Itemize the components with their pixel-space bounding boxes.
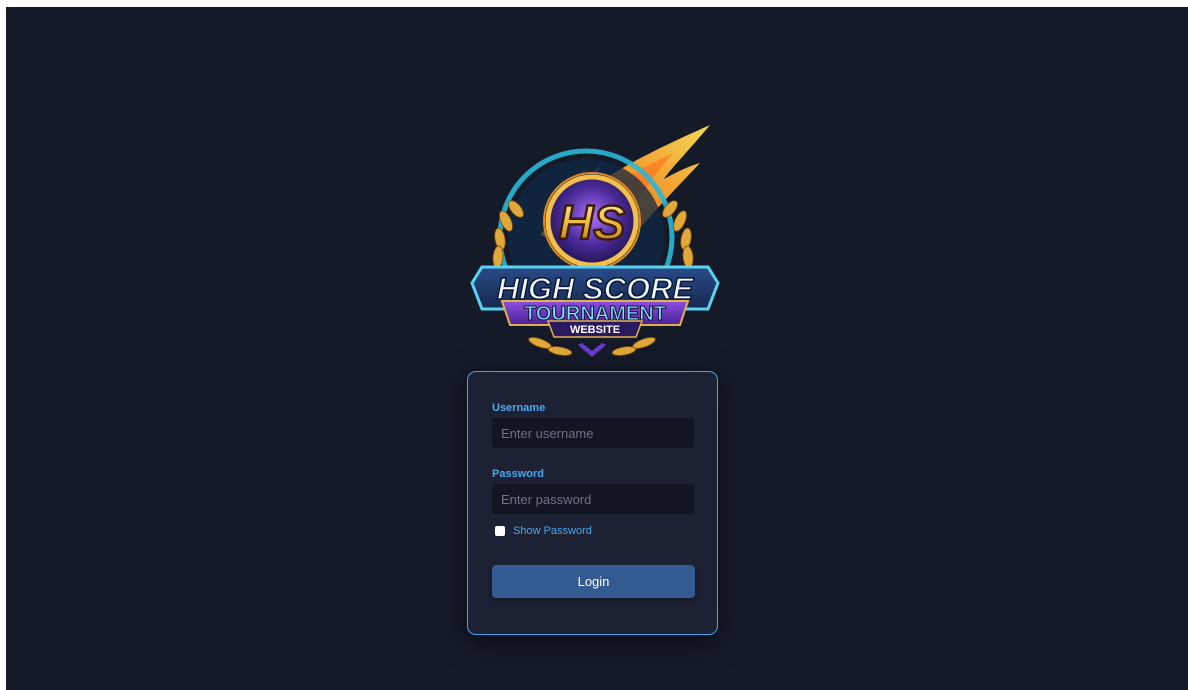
- login-page: HS HIGH SCORE TOURNAMENT WEBSITE Usernam…: [6, 7, 1188, 690]
- username-label: Username: [492, 402, 546, 414]
- password-label: Password: [492, 468, 544, 480]
- login-form: Username Password Show Password Login: [467, 371, 718, 635]
- logo-monogram: HS: [559, 197, 626, 250]
- show-password-label[interactable]: Show Password: [513, 525, 592, 537]
- high-score-tournament-logo: HS HIGH SCORE TOURNAMENT WEBSITE: [468, 117, 728, 365]
- username-input[interactable]: [492, 418, 694, 448]
- password-input[interactable]: [492, 484, 694, 514]
- show-password-checkbox[interactable]: [495, 526, 505, 536]
- logo-line-website: WEBSITE: [570, 324, 620, 336]
- show-password-row: Show Password: [495, 524, 592, 538]
- login-button[interactable]: Login: [492, 565, 695, 598]
